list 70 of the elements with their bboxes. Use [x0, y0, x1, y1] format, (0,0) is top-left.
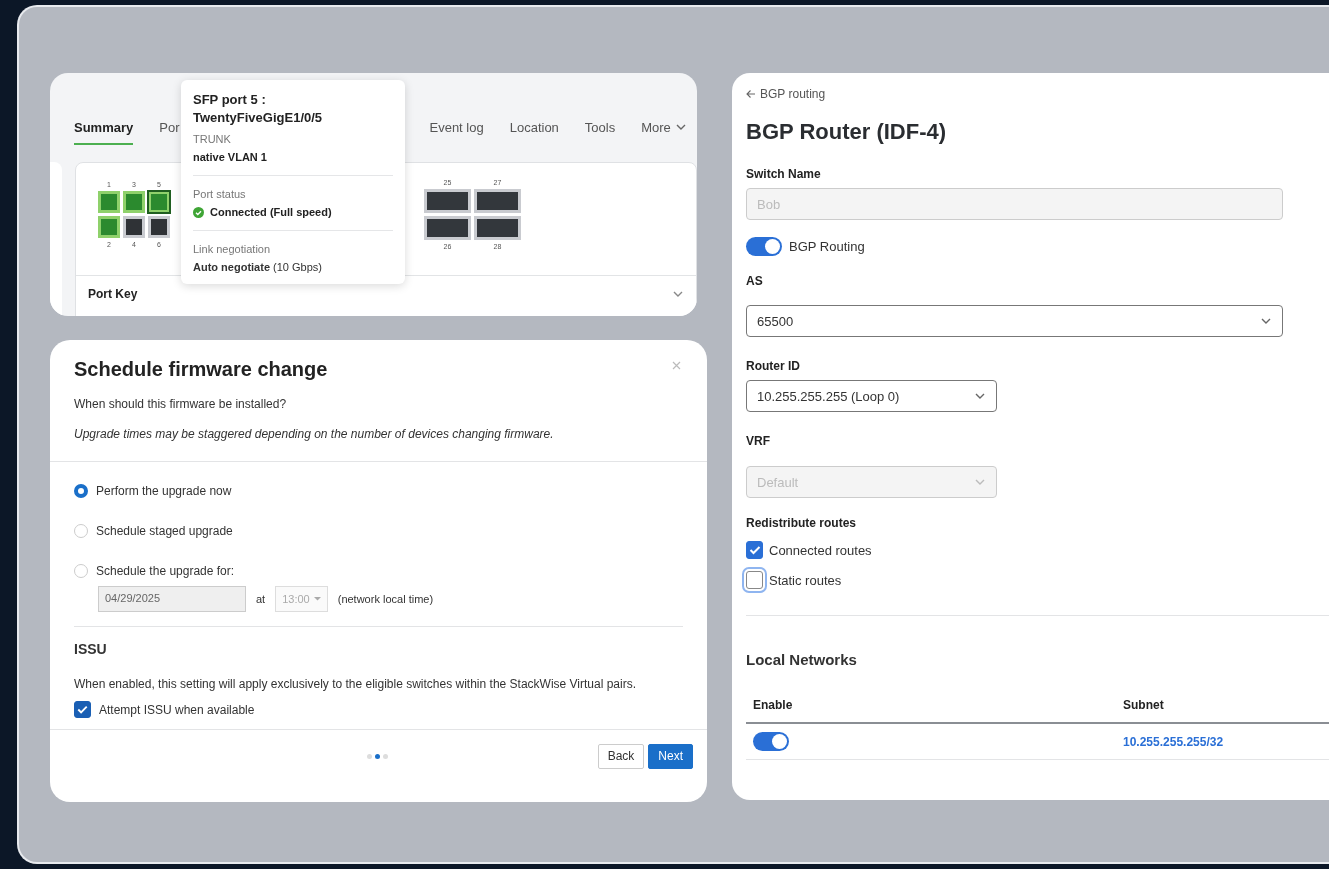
tooltip-title: SFP port 5 : TwentyFiveGigE1/0/5 — [193, 91, 324, 127]
page-dot[interactable] — [375, 753, 380, 759]
caret-icon — [674, 122, 687, 132]
radio-button[interactable] — [74, 484, 88, 498]
field-label: AS — [746, 274, 764, 288]
dialog-title: Schedule firmware change — [74, 357, 328, 381]
tab[interactable]: Por — [159, 111, 180, 145]
option-label: Perform the upgrade now — [96, 484, 232, 498]
radio-option[interactable]: Perform the upgrade now — [74, 484, 683, 498]
arrow-left-icon — [746, 89, 756, 99]
back-button[interactable]: Back — [597, 743, 645, 769]
page-title: BGP Router (IDF-4) — [746, 119, 948, 145]
chevron-down-icon — [1260, 316, 1272, 326]
next-button[interactable]: Next — [648, 743, 693, 769]
tab[interactable]: Location — [509, 111, 559, 145]
dialog-question: When should this firmware be installed? — [74, 397, 288, 411]
field-label: Router ID — [746, 359, 801, 373]
port-status: Connected (Full speed) — [210, 206, 332, 218]
toggle-switch[interactable] — [746, 237, 782, 256]
field-label: Switch Name — [746, 167, 822, 181]
back-link[interactable]: BGP routing — [746, 87, 1329, 101]
issu-description: When enabled, this setting will apply exclusively to the eligible switches within the StackWise Virtual pairs. — [74, 677, 638, 691]
tab[interactable]: Summary — [74, 111, 134, 145]
close-icon — [672, 361, 681, 370]
negotiation-label: Link negotiation — [193, 243, 272, 255]
vlan-text: native VLAN 1 — [193, 151, 268, 163]
time-zone-note: (network local time) — [337, 593, 434, 605]
page-dot[interactable] — [383, 753, 388, 759]
section-heading: Local Networks — [746, 651, 858, 668]
dropdown[interactable]: 65500 — [746, 305, 1283, 337]
caret-icon — [313, 597, 321, 601]
uplink-module[interactable] — [424, 189, 471, 213]
toggle-label: BGP Routing — [789, 239, 865, 254]
negotiation-value: Auto negotiate (10 Gbps) — [193, 261, 323, 273]
port-mode: TRUNK — [193, 133, 232, 145]
toggle-switch[interactable] — [753, 732, 789, 751]
tab[interactable]: Tools — [584, 111, 616, 145]
checkbox[interactable] — [746, 541, 763, 559]
checkbox-label: Connected routes — [769, 542, 872, 558]
chevron-down-icon — [974, 391, 986, 401]
dropdown[interactable]: 10.255.255.255 (Loop 0) — [746, 380, 997, 412]
port[interactable] — [148, 191, 170, 213]
expand-chevron-icon — [672, 289, 684, 299]
check-circle-icon — [193, 206, 204, 218]
checkbox-label: Static routes — [769, 572, 842, 588]
at-label: at — [256, 593, 266, 605]
option-label: Schedule staged upgrade — [96, 524, 233, 538]
uplink-module[interactable] — [474, 216, 521, 240]
page-dot[interactable] — [367, 753, 372, 759]
port[interactable] — [148, 216, 170, 238]
radio-option[interactable]: Schedule the upgrade for: — [74, 564, 683, 578]
uplink-module[interactable] — [424, 216, 471, 240]
dialog-note: Upgrade times may be staggered depending on the number of devices changing firmware. — [74, 427, 555, 441]
port[interactable] — [123, 216, 145, 238]
field-label: VRF — [746, 434, 771, 448]
tab[interactable]: Event log — [429, 111, 484, 145]
radio-option[interactable]: Schedule staged upgrade — [74, 524, 683, 538]
chevron-down-icon — [974, 477, 986, 487]
field-label: Redistribute routes — [746, 516, 857, 530]
checkbox[interactable] — [74, 701, 91, 718]
column-header: Enable — [746, 698, 1116, 723]
subnet-link[interactable]: 10.255.255.255/32 — [1123, 735, 1224, 749]
status-label: Port status — [193, 188, 247, 200]
column-header: Subnet — [1116, 698, 1329, 723]
tab[interactable]: More — [641, 111, 687, 145]
option-label: Schedule the upgrade for: — [96, 564, 235, 578]
uplink-module[interactable] — [474, 189, 521, 213]
port-key-label: Port Key — [88, 287, 138, 301]
section-heading: ISSU — [74, 641, 108, 657]
checkbox-label: Attempt ISSU when available — [99, 702, 255, 717]
